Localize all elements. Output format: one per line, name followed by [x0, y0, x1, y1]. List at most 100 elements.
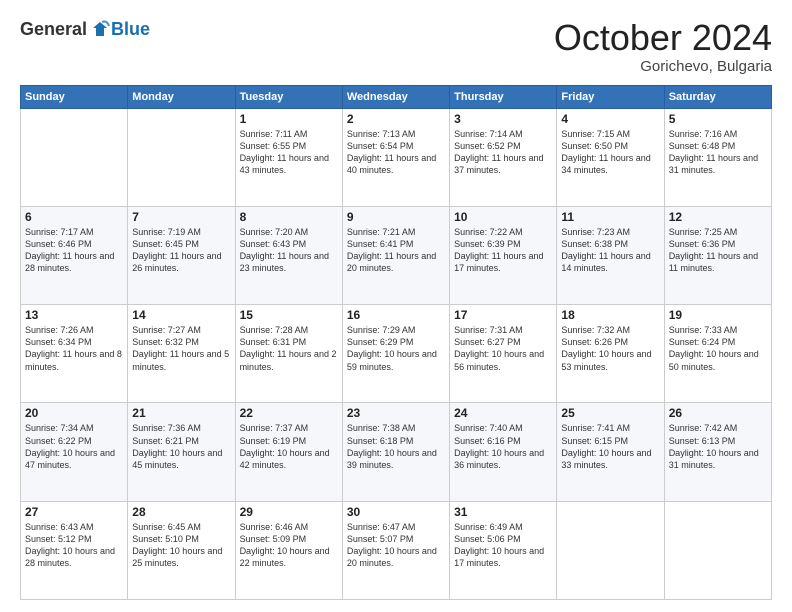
- cell-text: Sunrise: 7:41 AMSunset: 6:15 PMDaylight:…: [561, 423, 651, 469]
- day-number: 29: [240, 505, 338, 519]
- day-number: 21: [132, 406, 230, 420]
- day-number: 28: [132, 505, 230, 519]
- cell-text: Sunrise: 7:28 AMSunset: 6:31 PMDaylight:…: [240, 325, 337, 371]
- table-row: 17 Sunrise: 7:31 AMSunset: 6:27 PMDaylig…: [450, 305, 557, 403]
- cell-text: Sunrise: 7:26 AMSunset: 6:34 PMDaylight:…: [25, 325, 122, 371]
- table-row: 21 Sunrise: 7:36 AMSunset: 6:21 PMDaylig…: [128, 403, 235, 501]
- table-row: 23 Sunrise: 7:38 AMSunset: 6:18 PMDaylig…: [342, 403, 449, 501]
- table-row: 18 Sunrise: 7:32 AMSunset: 6:26 PMDaylig…: [557, 305, 664, 403]
- header-thursday: Thursday: [450, 85, 557, 108]
- cell-text: Sunrise: 7:31 AMSunset: 6:27 PMDaylight:…: [454, 325, 544, 371]
- cell-text: Sunrise: 7:37 AMSunset: 6:19 PMDaylight:…: [240, 423, 330, 469]
- day-number: 13: [25, 308, 123, 322]
- title-block: October 2024 Gorichevo, Bulgaria: [554, 18, 772, 75]
- table-row: 8 Sunrise: 7:20 AMSunset: 6:43 PMDayligh…: [235, 206, 342, 304]
- calendar-week-row: 13 Sunrise: 7:26 AMSunset: 6:34 PMDaylig…: [21, 305, 772, 403]
- cell-text: Sunrise: 7:23 AMSunset: 6:38 PMDaylight:…: [561, 227, 650, 273]
- day-number: 18: [561, 308, 659, 322]
- logo-blue-text: Blue: [111, 19, 150, 40]
- table-row: [557, 501, 664, 599]
- table-row: 19 Sunrise: 7:33 AMSunset: 6:24 PMDaylig…: [664, 305, 771, 403]
- day-number: 6: [25, 210, 123, 224]
- header-tuesday: Tuesday: [235, 85, 342, 108]
- day-number: 20: [25, 406, 123, 420]
- table-row: 27 Sunrise: 6:43 AMSunset: 5:12 PMDaylig…: [21, 501, 128, 599]
- table-row: 16 Sunrise: 7:29 AMSunset: 6:29 PMDaylig…: [342, 305, 449, 403]
- calendar-week-row: 27 Sunrise: 6:43 AMSunset: 5:12 PMDaylig…: [21, 501, 772, 599]
- cell-text: Sunrise: 7:22 AMSunset: 6:39 PMDaylight:…: [454, 227, 543, 273]
- day-number: 15: [240, 308, 338, 322]
- cell-text: Sunrise: 6:45 AMSunset: 5:10 PMDaylight:…: [132, 522, 222, 568]
- day-number: 17: [454, 308, 552, 322]
- table-row: 1 Sunrise: 7:11 AMSunset: 6:55 PMDayligh…: [235, 108, 342, 206]
- cell-text: Sunrise: 7:38 AMSunset: 6:18 PMDaylight:…: [347, 423, 437, 469]
- table-row: 20 Sunrise: 7:34 AMSunset: 6:22 PMDaylig…: [21, 403, 128, 501]
- table-row: [664, 501, 771, 599]
- day-number: 23: [347, 406, 445, 420]
- day-number: 25: [561, 406, 659, 420]
- cell-text: Sunrise: 6:43 AMSunset: 5:12 PMDaylight:…: [25, 522, 115, 568]
- table-row: 31 Sunrise: 6:49 AMSunset: 5:06 PMDaylig…: [450, 501, 557, 599]
- cell-text: Sunrise: 7:32 AMSunset: 6:26 PMDaylight:…: [561, 325, 651, 371]
- cell-text: Sunrise: 7:21 AMSunset: 6:41 PMDaylight:…: [347, 227, 436, 273]
- table-row: 4 Sunrise: 7:15 AMSunset: 6:50 PMDayligh…: [557, 108, 664, 206]
- day-number: 22: [240, 406, 338, 420]
- table-row: 29 Sunrise: 6:46 AMSunset: 5:09 PMDaylig…: [235, 501, 342, 599]
- table-row: 25 Sunrise: 7:41 AMSunset: 6:15 PMDaylig…: [557, 403, 664, 501]
- table-row: 24 Sunrise: 7:40 AMSunset: 6:16 PMDaylig…: [450, 403, 557, 501]
- calendar-week-row: 20 Sunrise: 7:34 AMSunset: 6:22 PMDaylig…: [21, 403, 772, 501]
- day-number: 2: [347, 112, 445, 126]
- day-number: 9: [347, 210, 445, 224]
- logo-icon: [89, 18, 111, 40]
- page: General Blue October 2024 Gorichevo, Bul…: [0, 0, 792, 612]
- table-row: 12 Sunrise: 7:25 AMSunset: 6:36 PMDaylig…: [664, 206, 771, 304]
- header-wednesday: Wednesday: [342, 85, 449, 108]
- calendar-week-row: 6 Sunrise: 7:17 AMSunset: 6:46 PMDayligh…: [21, 206, 772, 304]
- calendar-table: Sunday Monday Tuesday Wednesday Thursday…: [20, 85, 772, 600]
- table-row: 2 Sunrise: 7:13 AMSunset: 6:54 PMDayligh…: [342, 108, 449, 206]
- cell-text: Sunrise: 6:49 AMSunset: 5:06 PMDaylight:…: [454, 522, 544, 568]
- cell-text: Sunrise: 7:29 AMSunset: 6:29 PMDaylight:…: [347, 325, 437, 371]
- day-number: 27: [25, 505, 123, 519]
- day-number: 8: [240, 210, 338, 224]
- table-row: 9 Sunrise: 7:21 AMSunset: 6:41 PMDayligh…: [342, 206, 449, 304]
- calendar-week-row: 1 Sunrise: 7:11 AMSunset: 6:55 PMDayligh…: [21, 108, 772, 206]
- day-number: 3: [454, 112, 552, 126]
- day-number: 24: [454, 406, 552, 420]
- table-row: [128, 108, 235, 206]
- day-number: 5: [669, 112, 767, 126]
- day-number: 19: [669, 308, 767, 322]
- table-row: 30 Sunrise: 6:47 AMSunset: 5:07 PMDaylig…: [342, 501, 449, 599]
- cell-text: Sunrise: 7:34 AMSunset: 6:22 PMDaylight:…: [25, 423, 115, 469]
- header-sunday: Sunday: [21, 85, 128, 108]
- table-row: 13 Sunrise: 7:26 AMSunset: 6:34 PMDaylig…: [21, 305, 128, 403]
- cell-text: Sunrise: 7:42 AMSunset: 6:13 PMDaylight:…: [669, 423, 759, 469]
- cell-text: Sunrise: 7:16 AMSunset: 6:48 PMDaylight:…: [669, 129, 758, 175]
- day-number: 12: [669, 210, 767, 224]
- day-number: 10: [454, 210, 552, 224]
- table-row: 11 Sunrise: 7:23 AMSunset: 6:38 PMDaylig…: [557, 206, 664, 304]
- cell-text: Sunrise: 6:46 AMSunset: 5:09 PMDaylight:…: [240, 522, 330, 568]
- table-row: 5 Sunrise: 7:16 AMSunset: 6:48 PMDayligh…: [664, 108, 771, 206]
- cell-text: Sunrise: 7:15 AMSunset: 6:50 PMDaylight:…: [561, 129, 650, 175]
- day-number: 30: [347, 505, 445, 519]
- table-row: 6 Sunrise: 7:17 AMSunset: 6:46 PMDayligh…: [21, 206, 128, 304]
- table-row: 22 Sunrise: 7:37 AMSunset: 6:19 PMDaylig…: [235, 403, 342, 501]
- day-number: 7: [132, 210, 230, 224]
- table-row: 7 Sunrise: 7:19 AMSunset: 6:45 PMDayligh…: [128, 206, 235, 304]
- table-row: 3 Sunrise: 7:14 AMSunset: 6:52 PMDayligh…: [450, 108, 557, 206]
- day-number: 31: [454, 505, 552, 519]
- cell-text: Sunrise: 7:14 AMSunset: 6:52 PMDaylight:…: [454, 129, 543, 175]
- table-row: 28 Sunrise: 6:45 AMSunset: 5:10 PMDaylig…: [128, 501, 235, 599]
- cell-text: Sunrise: 7:40 AMSunset: 6:16 PMDaylight:…: [454, 423, 544, 469]
- day-number: 16: [347, 308, 445, 322]
- header: General Blue October 2024 Gorichevo, Bul…: [20, 18, 772, 75]
- cell-text: Sunrise: 7:36 AMSunset: 6:21 PMDaylight:…: [132, 423, 222, 469]
- cell-text: Sunrise: 7:17 AMSunset: 6:46 PMDaylight:…: [25, 227, 114, 273]
- header-monday: Monday: [128, 85, 235, 108]
- header-saturday: Saturday: [664, 85, 771, 108]
- cell-text: Sunrise: 7:20 AMSunset: 6:43 PMDaylight:…: [240, 227, 329, 273]
- table-row: 15 Sunrise: 7:28 AMSunset: 6:31 PMDaylig…: [235, 305, 342, 403]
- day-number: 1: [240, 112, 338, 126]
- day-number: 14: [132, 308, 230, 322]
